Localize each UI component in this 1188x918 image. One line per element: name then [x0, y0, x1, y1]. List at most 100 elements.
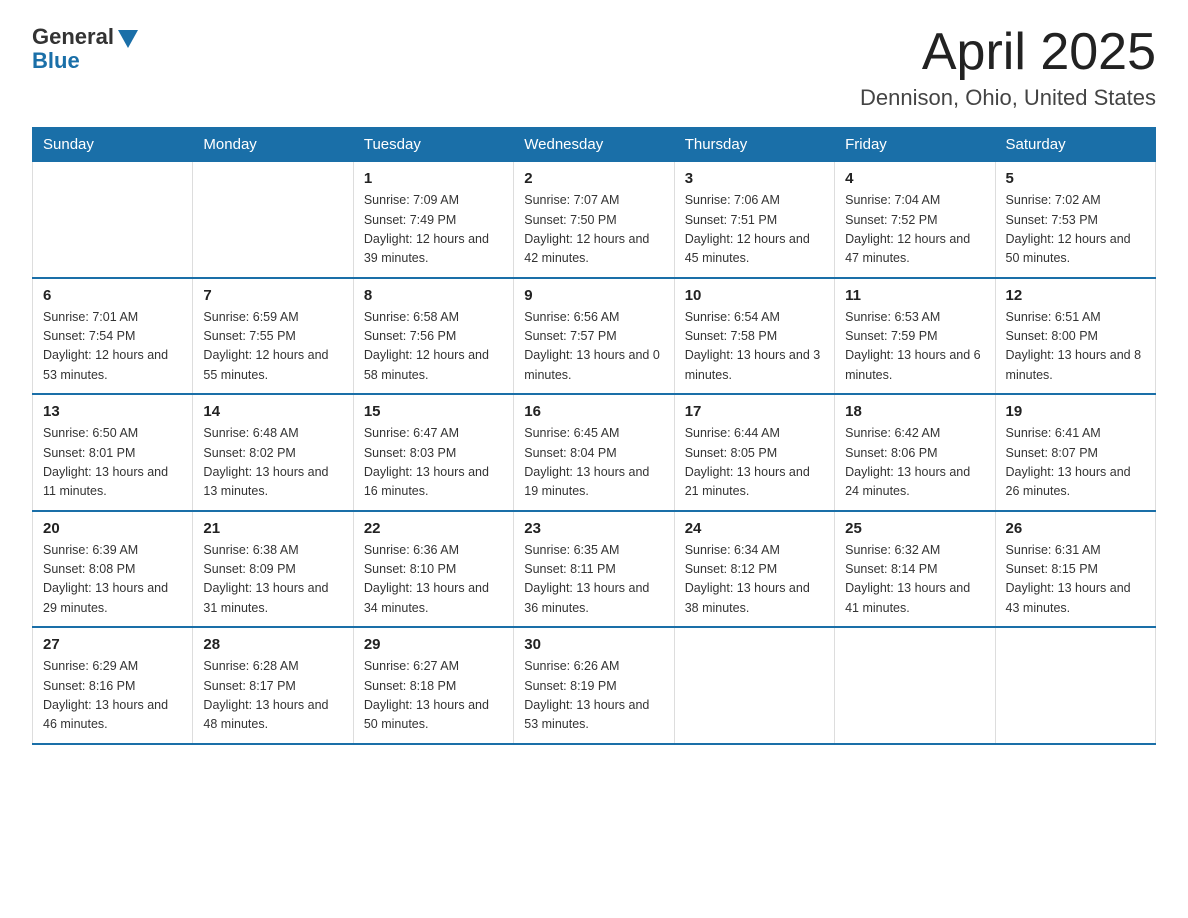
day-number: 28	[203, 636, 342, 653]
calendar-cell: 11 Sunrise: 6:53 AM Sunset: 7:59 PM Dayli…	[835, 278, 995, 395]
day-number: 21	[203, 520, 342, 537]
calendar-cell: 10Sunrise: 6:54 AM Sunset: 7:58 PM Dayli…	[674, 278, 834, 395]
day-info: Sunrise: 6:35 AM Sunset: 8:11 PM Dayligh…	[524, 541, 663, 619]
day-number: 26	[1006, 520, 1145, 537]
calendar-cell: 16 Sunrise: 6:45 AM Sunset: 8:04 PM Dayli…	[514, 394, 674, 511]
day-info: Sunrise: 6:59 AM Sunset: 7:55 PM Dayligh…	[203, 308, 342, 386]
weekday-header-tuesday: Tuesday	[353, 128, 513, 162]
day-info: Sunrise: 6:28 AM Sunset: 8:17 PM Dayligh…	[203, 657, 342, 735]
week-row-5: 27 Sunrise: 6:29 AM Sunset: 8:16 PM Dayli…	[33, 627, 1156, 744]
day-number: 19	[1006, 403, 1145, 420]
location-title: Dennison, Ohio, United States	[860, 85, 1156, 111]
day-info: Sunrise: 7:01 AM Sunset: 7:54 PM Dayligh…	[43, 308, 182, 386]
logo-arrow-icon	[118, 30, 138, 48]
calendar-cell	[995, 627, 1155, 744]
month-title: April 2025	[860, 24, 1156, 81]
day-number: 13	[43, 403, 182, 420]
day-info: Sunrise: 6:56 AM Sunset: 7:57 PM Dayligh…	[524, 308, 663, 386]
day-info: Sunrise: 6:41 AM Sunset: 8:07 PM Dayligh…	[1006, 424, 1145, 502]
week-row-4: 20 Sunrise: 6:39 AM Sunset: 8:08 PM Dayli…	[33, 511, 1156, 628]
calendar-cell: 9Sunrise: 6:56 AM Sunset: 7:57 PM Daylig…	[514, 278, 674, 395]
calendar-cell: 7 Sunrise: 6:59 AM Sunset: 7:55 PM Daylig…	[193, 278, 353, 395]
day-number: 14	[203, 403, 342, 420]
day-info: Sunrise: 6:29 AM Sunset: 8:16 PM Dayligh…	[43, 657, 182, 735]
day-number: 4	[845, 170, 984, 187]
calendar-cell: 28 Sunrise: 6:28 AM Sunset: 8:17 PM Dayli…	[193, 627, 353, 744]
calendar-cell: 3Sunrise: 7:06 AM Sunset: 7:51 PM Daylig…	[674, 162, 834, 278]
calendar-cell: 20 Sunrise: 6:39 AM Sunset: 8:08 PM Dayli…	[33, 511, 193, 628]
calendar-cell: 22Sunrise: 6:36 AM Sunset: 8:10 PM Dayli…	[353, 511, 513, 628]
calendar-cell: 12Sunrise: 6:51 AM Sunset: 8:00 PM Dayli…	[995, 278, 1155, 395]
calendar-cell: 2 Sunrise: 7:07 AM Sunset: 7:50 PM Daylig…	[514, 162, 674, 278]
day-info: Sunrise: 6:47 AM Sunset: 8:03 PM Dayligh…	[364, 424, 503, 502]
calendar-cell: 23 Sunrise: 6:35 AM Sunset: 8:11 PM Dayli…	[514, 511, 674, 628]
day-number: 15	[364, 403, 503, 420]
calendar-cell: 30Sunrise: 6:26 AM Sunset: 8:19 PM Dayli…	[514, 627, 674, 744]
calendar-cell	[835, 627, 995, 744]
day-number: 11	[845, 287, 984, 304]
day-number: 24	[685, 520, 824, 537]
calendar-cell: 29 Sunrise: 6:27 AM Sunset: 8:18 PM Dayli…	[353, 627, 513, 744]
day-number: 2	[524, 170, 663, 187]
week-row-1: 1Sunrise: 7:09 AM Sunset: 7:49 PM Daylig…	[33, 162, 1156, 278]
calendar-cell: 4 Sunrise: 7:04 AM Sunset: 7:52 PM Daylig…	[835, 162, 995, 278]
calendar-cell	[193, 162, 353, 278]
day-number: 20	[43, 520, 182, 537]
day-number: 18	[845, 403, 984, 420]
weekday-header-saturday: Saturday	[995, 128, 1155, 162]
day-info: Sunrise: 6:42 AM Sunset: 8:06 PM Dayligh…	[845, 424, 984, 502]
day-number: 7	[203, 287, 342, 304]
weekday-header-monday: Monday	[193, 128, 353, 162]
day-number: 27	[43, 636, 182, 653]
calendar-cell: 5 Sunrise: 7:02 AM Sunset: 7:53 PM Daylig…	[995, 162, 1155, 278]
calendar-cell: 1Sunrise: 7:09 AM Sunset: 7:49 PM Daylig…	[353, 162, 513, 278]
calendar-cell: 25Sunrise: 6:32 AM Sunset: 8:14 PM Dayli…	[835, 511, 995, 628]
calendar-cell: 26 Sunrise: 6:31 AM Sunset: 8:15 PM Dayli…	[995, 511, 1155, 628]
day-info: Sunrise: 7:02 AM Sunset: 7:53 PM Dayligh…	[1006, 191, 1145, 269]
week-row-2: 6 Sunrise: 7:01 AM Sunset: 7:54 PM Daylig…	[33, 278, 1156, 395]
day-info: Sunrise: 6:44 AM Sunset: 8:05 PM Dayligh…	[685, 424, 824, 502]
day-number: 22	[364, 520, 503, 537]
day-number: 5	[1006, 170, 1145, 187]
page-header: General Blue April 2025 Dennison, Ohio, …	[32, 24, 1156, 111]
day-info: Sunrise: 6:39 AM Sunset: 8:08 PM Dayligh…	[43, 541, 182, 619]
day-number: 17	[685, 403, 824, 420]
day-info: Sunrise: 7:06 AM Sunset: 7:51 PM Dayligh…	[685, 191, 824, 269]
calendar-cell: 6 Sunrise: 7:01 AM Sunset: 7:54 PM Daylig…	[33, 278, 193, 395]
day-number: 29	[364, 636, 503, 653]
calendar-cell: 14Sunrise: 6:48 AM Sunset: 8:02 PM Dayli…	[193, 394, 353, 511]
logo: General Blue	[32, 24, 138, 74]
weekday-header-row: SundayMondayTuesdayWednesdayThursdayFrid…	[33, 128, 1156, 162]
calendar-cell: 18 Sunrise: 6:42 AM Sunset: 8:06 PM Dayli…	[835, 394, 995, 511]
logo-general-text: General	[32, 24, 114, 50]
title-block: April 2025 Dennison, Ohio, United States	[860, 24, 1156, 111]
day-number: 6	[43, 287, 182, 304]
day-info: Sunrise: 7:04 AM Sunset: 7:52 PM Dayligh…	[845, 191, 984, 269]
weekday-header-sunday: Sunday	[33, 128, 193, 162]
day-info: Sunrise: 6:31 AM Sunset: 8:15 PM Dayligh…	[1006, 541, 1145, 619]
calendar-cell: 17 Sunrise: 6:44 AM Sunset: 8:05 PM Dayli…	[674, 394, 834, 511]
calendar-cell: 21 Sunrise: 6:38 AM Sunset: 8:09 PM Dayli…	[193, 511, 353, 628]
day-number: 12	[1006, 287, 1145, 304]
day-info: Sunrise: 6:54 AM Sunset: 7:58 PM Dayligh…	[685, 308, 824, 386]
calendar-cell: 13 Sunrise: 6:50 AM Sunset: 8:01 PM Dayli…	[33, 394, 193, 511]
calendar-cell	[674, 627, 834, 744]
day-info: Sunrise: 6:34 AM Sunset: 8:12 PM Dayligh…	[685, 541, 824, 619]
day-number: 1	[364, 170, 503, 187]
day-number: 25	[845, 520, 984, 537]
calendar-cell	[33, 162, 193, 278]
day-number: 16	[524, 403, 663, 420]
week-row-3: 13 Sunrise: 6:50 AM Sunset: 8:01 PM Dayli…	[33, 394, 1156, 511]
day-info: Sunrise: 6:53 AM Sunset: 7:59 PM Dayligh…	[845, 308, 984, 386]
calendar-cell: 27 Sunrise: 6:29 AM Sunset: 8:16 PM Dayli…	[33, 627, 193, 744]
day-info: Sunrise: 7:07 AM Sunset: 7:50 PM Dayligh…	[524, 191, 663, 269]
weekday-header-friday: Friday	[835, 128, 995, 162]
day-info: Sunrise: 6:27 AM Sunset: 8:18 PM Dayligh…	[364, 657, 503, 735]
day-info: Sunrise: 6:50 AM Sunset: 8:01 PM Dayligh…	[43, 424, 182, 502]
day-info: Sunrise: 6:45 AM Sunset: 8:04 PM Dayligh…	[524, 424, 663, 502]
day-number: 23	[524, 520, 663, 537]
weekday-header-thursday: Thursday	[674, 128, 834, 162]
day-number: 8	[364, 287, 503, 304]
day-info: Sunrise: 6:58 AM Sunset: 7:56 PM Dayligh…	[364, 308, 503, 386]
day-info: Sunrise: 6:38 AM Sunset: 8:09 PM Dayligh…	[203, 541, 342, 619]
